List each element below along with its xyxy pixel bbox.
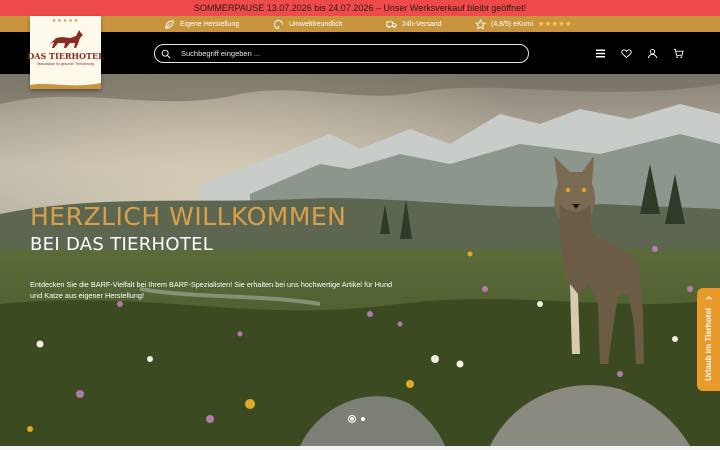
slider-dot-2[interactable] <box>361 417 365 421</box>
logo-tagline: Manufaktur für gesunde Tiernahrung <box>37 62 94 66</box>
cart-icon <box>673 48 684 58</box>
hero-title: HERZLICH WILLKOMMEN <box>30 202 347 231</box>
usp-label: (4,8/5) eKomi <box>491 20 534 28</box>
usp-label: Umweltfreundlich <box>289 20 343 28</box>
slider-dot-1[interactable] <box>348 415 356 423</box>
usp-item-ekomi[interactable]: (4,8/5) eKomi ★★★★★ <box>475 16 572 32</box>
truck-icon <box>386 20 397 28</box>
star-outline-icon <box>475 18 486 29</box>
usp-item-versand: 24h-Versand <box>386 16 442 32</box>
logo-wave-decoration <box>30 83 101 89</box>
announcement-text: SOMMERPAUSE 13.07.2026 bis 24.07.2026 – … <box>193 3 527 13</box>
side-tab-label: Urlaub im Tierhotel <box>704 308 713 381</box>
site-logo[interactable]: ★★★★★ DAS TIERHOTEL Manufaktur für gesun… <box>27 16 104 89</box>
usp-label: 24h-Versand <box>402 20 442 28</box>
wolf-logo-icon <box>49 30 83 48</box>
page-bottom-strip <box>0 446 720 450</box>
side-tab-urlaub[interactable]: Urlaub im Tierhotel <box>697 288 720 391</box>
usp-item-herstellung: Eigene Herstellung <box>164 16 239 32</box>
announcement-bar[interactable]: SOMMERPAUSE 13.07.2026 bis 24.07.2026 – … <box>0 0 720 16</box>
hero-description: Entdecken Sie die BARF-Vielfalt bei Ihre… <box>30 280 393 300</box>
hero-slider[interactable]: HERZLICH WILLKOMMEN BEI DAS TIERHOTEL En… <box>0 74 720 446</box>
hero-background-image <box>0 74 720 446</box>
recycle-icon <box>273 19 284 29</box>
cart-button[interactable] <box>672 47 684 59</box>
usp-item-umwelt: Umweltfreundlich <box>273 16 343 32</box>
account-button[interactable] <box>646 47 658 59</box>
usp-label: Eigene Herstellung <box>180 20 240 28</box>
usp-bar: Eigene Herstellung Umweltfreundlich 24h-… <box>0 16 720 32</box>
leaf-icon <box>165 19 174 29</box>
chevron-up-icon <box>705 296 712 300</box>
search-input[interactable] <box>181 49 501 58</box>
wishlist-button[interactable] <box>620 47 632 59</box>
heart-icon <box>620 48 632 58</box>
main-header <box>0 32 720 74</box>
logo-wordmark: DAS TIERHOTEL <box>27 51 104 61</box>
rating-stars: ★★★★★ <box>538 21 572 28</box>
menu-icon <box>595 49 605 57</box>
user-icon <box>647 48 657 58</box>
search-icon[interactable] <box>161 49 171 59</box>
hero-subtitle: BEI DAS TIERHOTEL <box>30 234 214 255</box>
menu-button[interactable] <box>594 47 606 59</box>
search-bar[interactable] <box>154 44 529 63</box>
slider-pagination <box>348 415 365 423</box>
